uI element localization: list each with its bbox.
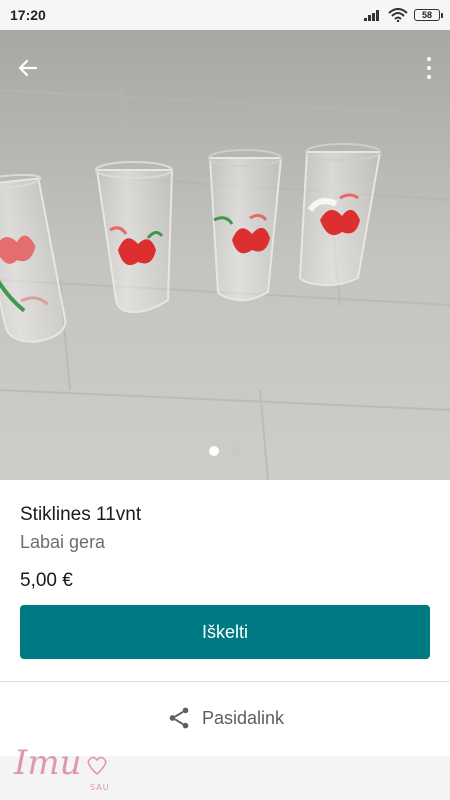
- more-menu-button[interactable]: [422, 52, 436, 84]
- svg-text:Imu: Imu: [13, 743, 82, 783]
- signal-icon: [364, 10, 379, 21]
- svg-text:SAU: SAU: [90, 783, 110, 792]
- divider: [0, 681, 450, 682]
- battery-icon: 58: [414, 9, 443, 21]
- share-button[interactable]: Pasidalink: [0, 700, 450, 736]
- battery-level: 58: [421, 10, 432, 20]
- status-icons: 58: [364, 8, 443, 22]
- status-bar: 17:20 58: [0, 0, 450, 30]
- more-vert-icon-dot: [427, 66, 431, 70]
- back-button[interactable]: [12, 52, 44, 84]
- watermark-logo: Imu SAU: [13, 743, 110, 792]
- more-vert-icon-dot: [427, 75, 431, 79]
- listing-title: Stiklines 11vnt: [20, 504, 142, 525]
- share-label: Pasidalink: [201, 707, 285, 728]
- gallery-pager: [0, 446, 450, 456]
- listing-details: Stiklines 11vnt Labai gera 5,00 €: [20, 500, 430, 593]
- bump-button[interactable]: Iškelti: [20, 605, 430, 659]
- pager-dot[interactable]: [231, 446, 241, 456]
- bump-button-label: Iškelti: [201, 621, 248, 642]
- listing-image[interactable]: [0, 30, 450, 480]
- wifi-icon: [388, 8, 408, 22]
- listing-photo: [0, 30, 450, 480]
- listing-price: 5,00 €: [20, 570, 73, 591]
- status-time: 17:20: [10, 7, 46, 23]
- arrow-left-icon: [18, 59, 38, 77]
- listing-description: Labai gera: [20, 532, 106, 552]
- share-icon: [169, 707, 189, 729]
- more-vert-icon-dot: [427, 57, 431, 61]
- pager-dot-active[interactable]: [209, 446, 219, 456]
